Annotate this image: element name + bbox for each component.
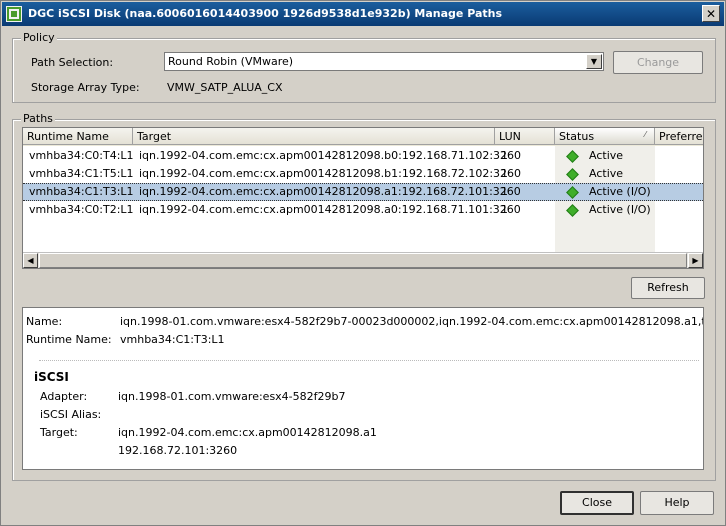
title-bar: DGC iSCSI Disk (naa.6006016014403900 192… (2, 2, 724, 26)
runtime-name-cell: vmhba34:C0:T2:L1 (29, 203, 134, 216)
target-address-value: 192.168.72.101:3260 (118, 444, 238, 457)
status-cell: Active (589, 149, 624, 162)
column-header-runtime-name[interactable]: Runtime Name (23, 128, 133, 145)
horizontal-scrollbar[interactable]: ◀ ▶ (23, 252, 703, 268)
vmware-app-icon (6, 6, 22, 22)
lun-cell: 1 (501, 167, 508, 180)
lun-cell: 1 (501, 203, 508, 216)
scrollbar-thumb[interactable] (39, 253, 687, 268)
lun-cell: 1 (501, 149, 508, 162)
paths-group-label: Paths (21, 112, 55, 125)
scroll-left-icon[interactable]: ◀ (23, 253, 38, 268)
target-cell: iqn.1992-04.com.emc:cx.apm00142812098.b1… (139, 167, 522, 180)
storage-array-type-value: VMW_SATP_ALUA_CX (167, 81, 283, 94)
manage-paths-dialog: DGC iSCSI Disk (naa.6006016014403900 192… (0, 0, 726, 526)
runtime-name-cell: vmhba34:C1:T3:L1 (29, 185, 134, 198)
target-cell: iqn.1992-04.com.emc:cx.apm00142812098.a0… (139, 203, 521, 216)
lun-cell: 1 (501, 185, 508, 198)
status-cell: Active (I/O) (589, 203, 651, 216)
status-cell: Active (589, 167, 624, 180)
storage-array-type-label: Storage Array Type: (31, 81, 140, 94)
close-button[interactable]: Close (560, 491, 634, 515)
runtime-name-cell: vmhba34:C1:T5:L1 (29, 167, 134, 180)
detail-runtime-label: Runtime Name: (26, 333, 112, 346)
sort-arrow-icon: ⁄ (644, 130, 646, 139)
target-cell: iqn.1992-04.com.emc:cx.apm00142812098.b0… (139, 149, 522, 162)
column-header-preferred[interactable]: Preferred (655, 128, 703, 145)
window-close-icon[interactable]: ✕ (702, 5, 720, 22)
chevron-down-icon[interactable]: ▼ (586, 54, 602, 69)
path-selection-dropdown[interactable]: Round Robin (VMware) ▼ (164, 52, 604, 71)
detail-separator (39, 360, 699, 361)
table-row-selected[interactable]: vmhba34:C1:T3:L1 iqn.1992-04.com.emc:cx.… (23, 183, 703, 201)
column-header-lun[interactable]: LUN (495, 128, 555, 145)
status-active-icon (566, 150, 579, 163)
refresh-button[interactable]: Refresh (631, 277, 705, 299)
status-header-label: Status (559, 130, 595, 143)
table-row[interactable]: vmhba34:C0:T2:L1 iqn.1992-04.com.emc:cx.… (23, 201, 703, 219)
adapter-label: Adapter: (40, 390, 88, 403)
adapter-value: iqn.1998-01.com.vmware:esx4-582f29b7 (118, 390, 346, 403)
detail-runtime-value: vmhba34:C1:T3:L1 (120, 333, 225, 346)
change-button[interactable]: Change (613, 51, 703, 74)
iscsi-alias-label: iSCSI Alias: (40, 408, 102, 421)
help-button[interactable]: Help (640, 491, 714, 515)
path-selection-value: Round Robin (VMware) (168, 55, 294, 68)
scroll-right-icon[interactable]: ▶ (688, 253, 703, 268)
status-active-icon (566, 168, 579, 181)
column-header-target[interactable]: Target (133, 128, 495, 145)
detail-name-label: Name: (26, 315, 63, 328)
path-selection-label: Path Selection: (31, 56, 114, 69)
table-row[interactable]: vmhba34:C0:T4:L1 iqn.1992-04.com.emc:cx.… (23, 147, 703, 165)
window-title: DGC iSCSI Disk (naa.6006016014403900 192… (28, 7, 503, 20)
target-label: Target: (40, 426, 78, 439)
path-details-panel: Name: iqn.1998-01.com.vmware:esx4-582f29… (22, 307, 704, 470)
policy-group-label: Policy (21, 31, 57, 44)
iscsi-section-title: iSCSI (34, 370, 69, 384)
status-active-icon (566, 204, 579, 217)
paths-table: Runtime Name Target LUN Status ⁄ Preferr… (22, 127, 704, 269)
target-cell: iqn.1992-04.com.emc:cx.apm00142812098.a1… (139, 185, 521, 198)
status-active-icon (566, 186, 579, 199)
table-header: Runtime Name Target LUN Status ⁄ Preferr… (23, 128, 703, 146)
runtime-name-cell: vmhba34:C0:T4:L1 (29, 149, 134, 162)
status-cell: Active (I/O) (589, 185, 651, 198)
target-value: iqn.1992-04.com.emc:cx.apm00142812098.a1 (118, 426, 377, 439)
column-header-status[interactable]: Status ⁄ (555, 128, 655, 145)
detail-name-value: iqn.1998-01.com.vmware:esx4-582f29b7-000… (120, 315, 704, 328)
table-row[interactable]: vmhba34:C1:T5:L1 iqn.1992-04.com.emc:cx.… (23, 165, 703, 183)
